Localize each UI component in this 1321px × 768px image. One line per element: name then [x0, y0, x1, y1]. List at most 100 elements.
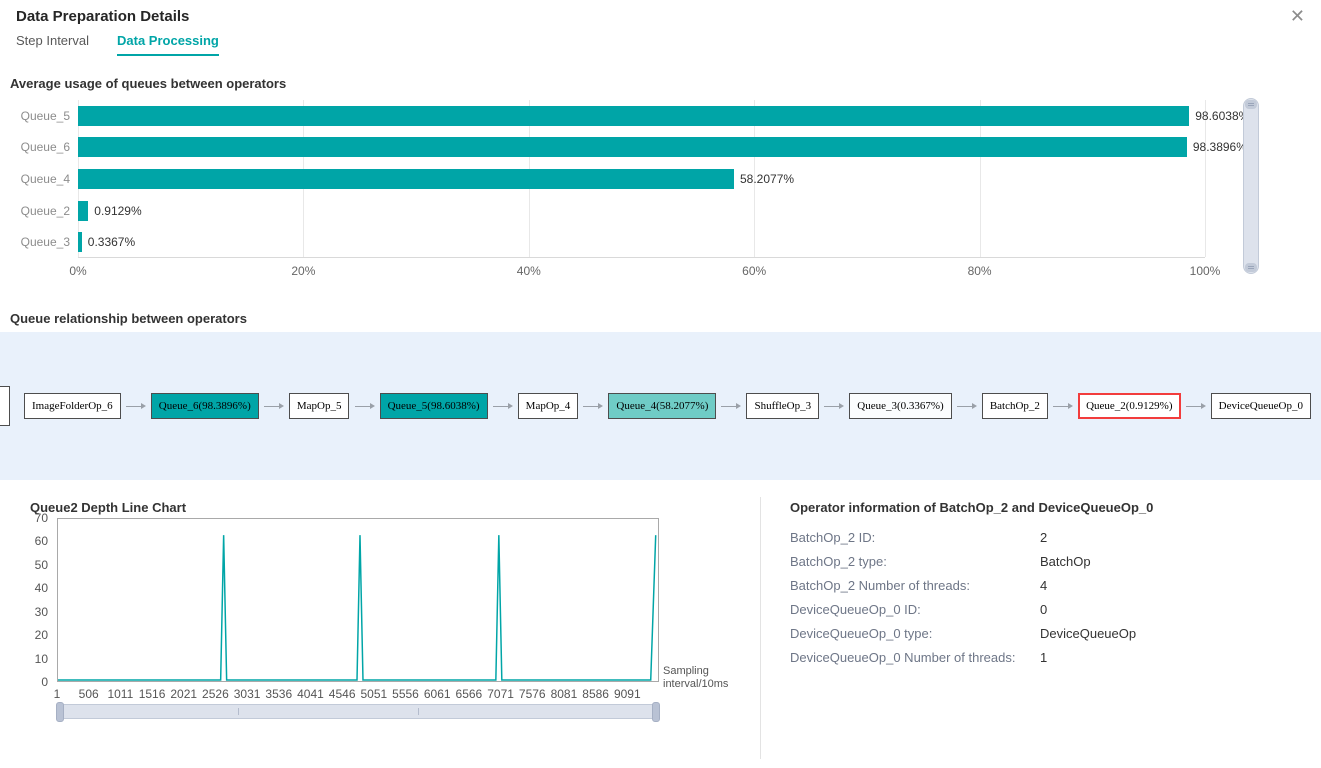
tab-data-processing[interactable]: Data Processing: [117, 33, 219, 56]
arrow-icon: [493, 403, 513, 409]
bar-row: Queue_458.2077%: [78, 163, 1205, 195]
datazoom-right-handle[interactable]: [652, 702, 660, 722]
queue-depth-line-chart: [57, 518, 659, 682]
bar-value-label: 0.9129%: [94, 204, 141, 218]
arrow-icon: [583, 403, 603, 409]
diagram-node[interactable]: Queue_4(58.2077%): [608, 393, 716, 419]
line-x-tick-label: 2021: [170, 687, 197, 701]
arrow-line: [264, 406, 279, 407]
operator-info-value: BatchOp: [1040, 554, 1091, 569]
line-x-tick-label: 1011: [107, 687, 133, 701]
datazoom-grip: [418, 708, 419, 715]
arrow-head: [839, 403, 844, 409]
arrow-line: [824, 406, 839, 407]
operator-info-value: 1: [1040, 650, 1047, 665]
line-x-tick-label: 1: [54, 687, 61, 701]
arrow-head: [508, 403, 513, 409]
operator-info-label: DeviceQueueOp_0 Number of threads:: [790, 650, 1015, 665]
usage-bar[interactable]: [78, 169, 734, 189]
x-axis-name-line2: interval/10ms: [663, 678, 728, 691]
queue-relationship-diagram: ImageFolderOp_6 Queue_6(98.3896%) MapOp_5 Q…: [0, 332, 1321, 480]
arrow-icon: [721, 403, 741, 409]
line-y-tick-label: 40: [35, 581, 48, 595]
diagram-node[interactable]: Queue_5(98.6038%): [380, 393, 488, 419]
bar-x-tick-label: 0%: [69, 264, 86, 278]
scrollbar-bottom-handle[interactable]: [1245, 263, 1257, 272]
line-x-tick-label: 9091: [614, 687, 641, 701]
operator-info-row: DeviceQueueOp_0 ID:0: [790, 602, 1310, 626]
line-x-tick-label: 2526: [202, 687, 229, 701]
diagram-node[interactable]: DeviceQueueOp_0: [1211, 393, 1311, 419]
scrollbar-top-handle[interactable]: [1245, 100, 1257, 109]
tab-step-interval[interactable]: Step Interval: [16, 33, 89, 56]
usage-bar[interactable]: [78, 232, 82, 252]
line-y-tick-label: 30: [35, 605, 48, 619]
close-icon[interactable]: ✕: [1282, 2, 1313, 31]
arrow-icon: [824, 403, 844, 409]
usage-bar[interactable]: [78, 201, 88, 221]
clipped-node[interactable]: [0, 386, 10, 426]
line-chart-title: Queue2 Depth Line Chart: [30, 500, 186, 515]
usage-bar[interactable]: [78, 106, 1189, 126]
operator-info-value: 2: [1040, 530, 1047, 545]
diagram-node[interactable]: MapOp_5: [289, 393, 350, 419]
bar-row: Queue_598.6038%: [78, 100, 1205, 132]
line-x-tick-label: 8586: [582, 687, 609, 701]
line-x-tick-label: 506: [79, 687, 99, 701]
tab-bar: Step Interval Data Processing: [16, 33, 219, 56]
bar-value-label: 58.2077%: [740, 172, 794, 186]
arrow-icon: [1053, 403, 1073, 409]
diagram-node[interactable]: ImageFolderOp_6: [24, 393, 121, 419]
diagram-node[interactable]: Queue_6(98.3896%): [151, 393, 259, 419]
arrow-line: [721, 406, 736, 407]
arrow-head: [279, 403, 284, 409]
bar-gridline: [1205, 100, 1206, 257]
line-x-tick-label: 5556: [392, 687, 419, 701]
bar-row: Queue_20.9129%: [78, 195, 1205, 227]
arrow-head: [1201, 403, 1206, 409]
line-x-tick-label: 1516: [139, 687, 166, 701]
arrow-line: [493, 406, 508, 407]
bar-category-label: Queue_4: [0, 172, 70, 186]
line-x-tick-label: 4041: [297, 687, 324, 701]
line-series: [58, 519, 658, 681]
line-x-axis-labels: 1506101115162021252630313536404145465051…: [57, 687, 659, 701]
line-x-tick-label: 7576: [519, 687, 546, 701]
line-y-tick-label: 70: [35, 511, 48, 525]
line-x-tick-label: 7071: [487, 687, 514, 701]
arrow-icon: [355, 403, 375, 409]
arrow-head: [1068, 403, 1073, 409]
diagram-node[interactable]: Queue_2(0.9129%): [1078, 393, 1180, 419]
line-x-tick-label: 6061: [424, 687, 451, 701]
arrow-head: [598, 403, 603, 409]
operator-info-label: BatchOp_2 type:: [790, 554, 887, 569]
bar-x-tick-label: 80%: [968, 264, 992, 278]
operator-info-label: BatchOp_2 ID:: [790, 530, 875, 545]
arrow-line: [355, 406, 370, 407]
operator-info-label: DeviceQueueOp_0 ID:: [790, 602, 921, 617]
diagram-node[interactable]: BatchOp_2: [982, 393, 1048, 419]
arrow-head: [141, 403, 146, 409]
datazoom-slider[interactable]: [57, 704, 659, 719]
bar-x-tick-label: 40%: [517, 264, 541, 278]
line-x-tick-label: 4546: [329, 687, 356, 701]
arrow-head: [736, 403, 741, 409]
operator-info-value: DeviceQueueOp: [1040, 626, 1136, 641]
bar-category-label: Queue_2: [0, 204, 70, 218]
line-x-tick-label: 5051: [360, 687, 387, 701]
arrow-line: [1186, 406, 1201, 407]
vertical-scrollbar[interactable]: [1243, 98, 1259, 274]
arrow-icon: [1186, 403, 1206, 409]
diagram-node[interactable]: MapOp_4: [518, 393, 579, 419]
x-axis-name: Sampling interval/10ms: [663, 665, 728, 691]
bar-category-label: Queue_5: [0, 109, 70, 123]
diagram-node[interactable]: Queue_3(0.3367%): [849, 393, 951, 419]
arrow-line: [1053, 406, 1068, 407]
operator-info-label: DeviceQueueOp_0 type:: [790, 626, 932, 641]
usage-bar[interactable]: [78, 137, 1187, 157]
line-x-tick-label: 3031: [234, 687, 261, 701]
vertical-divider: [760, 497, 761, 759]
diagram-node[interactable]: ShuffleOp_3: [746, 393, 819, 419]
datazoom-left-handle[interactable]: [56, 702, 64, 722]
operator-info-row: DeviceQueueOp_0 type: DeviceQueueOp: [790, 626, 1310, 650]
